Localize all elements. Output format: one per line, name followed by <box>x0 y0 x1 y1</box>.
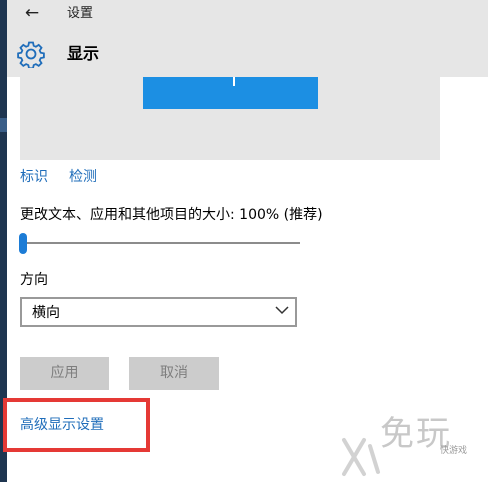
scale-slider-thumb[interactable] <box>19 233 27 254</box>
cancel-button[interactable]: 取消 <box>129 357 219 390</box>
apply-button[interactable]: 应用 <box>20 357 109 390</box>
monitor-tick <box>233 77 235 86</box>
orientation-label: 方向 <box>20 272 48 288</box>
back-arrow-icon[interactable]: ← <box>22 3 42 23</box>
page-title: 显示 <box>67 44 100 63</box>
window-title: 设置 <box>67 6 94 21</box>
detect-link[interactable]: 检测 <box>69 168 97 186</box>
scale-label: 更改文本、应用和其他项目的大小: 100% (推荐) <box>20 207 323 223</box>
advanced-display-settings-link[interactable]: 高级显示设置 <box>20 416 104 434</box>
monitor-tile[interactable] <box>143 77 318 109</box>
watermark-small-text: 快游戏 <box>440 446 468 456</box>
orientation-dropdown[interactable] <box>20 297 297 327</box>
gear-icon <box>17 41 45 68</box>
scale-slider-track[interactable] <box>20 242 300 244</box>
chevron-down-icon <box>275 306 289 315</box>
identify-link[interactable]: 标识 <box>20 168 48 186</box>
orientation-selected-value: 横向 <box>32 305 60 321</box>
